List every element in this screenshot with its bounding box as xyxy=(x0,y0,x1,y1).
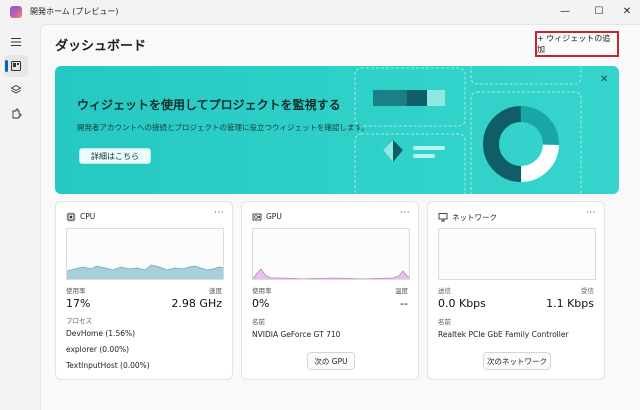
gpu-widget: GPU ··· 使用率 温度 0% -- 名前 NVIDIA GeForce G… xyxy=(241,201,419,380)
network-adapter-name: Realtek PCIe GbE Family Controller xyxy=(438,330,569,339)
process-label: プロセス xyxy=(66,317,92,325)
active-indicator xyxy=(5,60,8,72)
more-options-button[interactable]: ··· xyxy=(586,208,596,218)
add-widget-button[interactable]: + ウィジェットの追加 xyxy=(535,31,619,57)
close-window-button[interactable]: ✕ xyxy=(612,2,640,22)
next-network-button[interactable]: 次のネットワーク xyxy=(483,352,551,370)
cpu-chip-icon xyxy=(66,212,76,222)
window-title: 開発ホーム (プレビュー) xyxy=(30,7,119,16)
network-receive-value: 1.1 Kbps xyxy=(546,297,594,310)
nav-item-extensions[interactable] xyxy=(4,103,28,125)
dashboard-icon xyxy=(11,61,21,71)
banner-subtitle: 開発者アカウントへの接続とプロジェクトの管理に役立つウィジェットを確認します。 xyxy=(77,123,369,132)
cpu-speed-value: 2.98 GHz xyxy=(171,297,222,310)
widget-title: ネットワーク xyxy=(452,213,497,222)
extensions-icon xyxy=(12,108,22,119)
nav-rail xyxy=(0,24,34,410)
gpu-usage-value: 0% xyxy=(252,297,270,310)
widget-title: GPU xyxy=(266,212,282,221)
banner-illustration xyxy=(354,66,582,194)
network-monitor-icon xyxy=(438,213,448,222)
banner-title: ウィジェットを使用してプロジェクトを監視する xyxy=(77,98,341,112)
widget-title: CPU xyxy=(80,212,96,221)
process-item: TextInputHost (0.00%) xyxy=(66,361,150,370)
next-gpu-button[interactable]: 次の GPU xyxy=(307,352,355,370)
gpu-name: NVIDIA GeForce GT 710 xyxy=(252,330,341,339)
hamburger-icon xyxy=(11,38,21,46)
process-item: DevHome (1.56%) xyxy=(66,329,136,338)
network-usage-chart xyxy=(438,228,596,280)
name-label: 名前 xyxy=(252,318,265,326)
usage-label: 使用率 xyxy=(66,287,86,295)
network-widget: ネットワーク ··· 送信 受信 0.0 Kbps 1.1 Kbps 名前 Re… xyxy=(427,201,605,380)
gpu-temperature-value: -- xyxy=(400,297,408,310)
learn-more-button[interactable]: 詳細はこちら xyxy=(79,148,151,164)
process-item: explorer (0.00%) xyxy=(66,345,130,354)
more-options-button[interactable]: ··· xyxy=(214,208,224,218)
info-banner: ウィジェットを使用してプロジェクトを監視する 開発者アカウントへの接続とプロジェ… xyxy=(55,66,619,194)
send-label: 送信 xyxy=(438,287,451,295)
cpu-widget: CPU ··· 使用率 速度 17% 2.98 GHz プロセス DevHome… xyxy=(55,201,233,380)
cpu-usage-graph xyxy=(67,264,223,279)
minimize-button[interactable]: — xyxy=(550,2,580,22)
speed-label: 速度 xyxy=(209,287,222,295)
temperature-label: 温度 xyxy=(395,287,408,295)
receive-label: 受信 xyxy=(581,287,594,295)
app-logo-icon xyxy=(10,6,22,18)
usage-label: 使用率 xyxy=(252,287,272,295)
cpu-usage-chart xyxy=(66,228,224,280)
page-title: ダッシュボード xyxy=(55,39,147,54)
gpu-usage-graph xyxy=(253,268,409,279)
network-usage-graph xyxy=(439,229,596,280)
gpu-icon xyxy=(252,213,262,221)
cpu-usage-value: 17% xyxy=(66,297,91,310)
main-content: ダッシュボード + ウィジェットの追加 ウィジェットを使用してプロジェクトを監視… xyxy=(40,24,640,410)
title-bar: 開発ホーム (プレビュー) — ☐ ✕ xyxy=(0,0,640,24)
more-options-button[interactable]: ··· xyxy=(400,208,410,218)
nav-item-dashboard[interactable] xyxy=(4,55,28,77)
nav-item-environments[interactable] xyxy=(4,79,28,101)
maximize-button[interactable]: ☐ xyxy=(584,2,614,22)
name-label: 名前 xyxy=(438,318,451,326)
layers-icon xyxy=(10,84,22,94)
banner-close-button[interactable]: ✕ xyxy=(600,74,608,85)
network-send-value: 0.0 Kbps xyxy=(438,297,486,310)
menu-toggle-button[interactable] xyxy=(4,31,28,53)
gpu-usage-chart xyxy=(252,228,410,280)
